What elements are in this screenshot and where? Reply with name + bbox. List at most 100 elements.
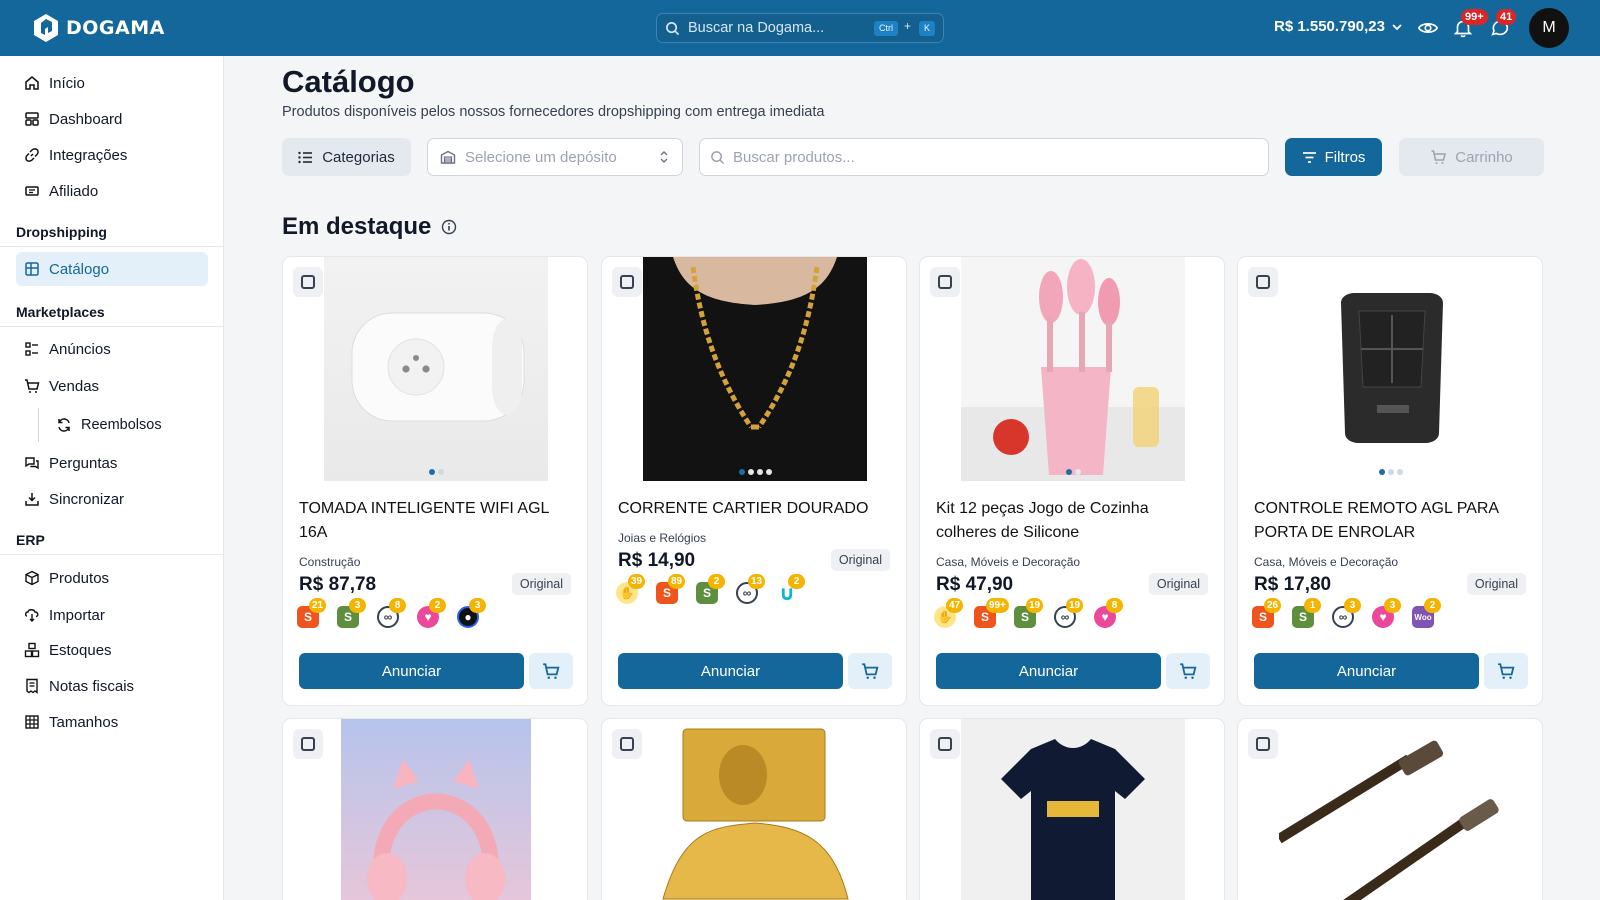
handshake-marketplace[interactable]: ✋ 39	[614, 574, 646, 605]
shopify-marketplace[interactable]: S 19	[1012, 598, 1044, 629]
shopee-marketplace[interactable]: S 21	[295, 598, 327, 629]
top-bar: DOGAMA Buscar na Dogama... Ctrl + K R$ 1…	[0, 0, 1600, 56]
sidebar-item-sincronizar[interactable]: Sincronizar	[16, 482, 208, 516]
product-image-cat-headphones[interactable]	[341, 719, 531, 900]
handshake-marketplace[interactable]: ✋ 47	[932, 598, 964, 629]
add-to-cart-button[interactable]	[1166, 653, 1210, 689]
image-carousel-dots[interactable]	[920, 469, 1224, 475]
product-image-t-shirt[interactable]	[961, 719, 1185, 900]
product-card[interactable]: TOMADA INTELIGENTE WIFI AGL 16A Construç…	[282, 256, 588, 706]
add-to-cart-button[interactable]	[1484, 653, 1528, 689]
product-card[interactable]	[282, 718, 588, 900]
select-checkbox[interactable]	[1248, 267, 1278, 297]
sidebar-item-afiliado[interactable]: Afiliado	[16, 174, 208, 208]
add-to-cart-button[interactable]	[529, 653, 573, 689]
shopify-marketplace[interactable]: S3	[335, 598, 366, 629]
announce-button[interactable]: Anunciar	[936, 653, 1161, 689]
info-icon[interactable]	[441, 219, 457, 235]
announce-button[interactable]: Anunciar	[1254, 653, 1479, 689]
product-card[interactable]: Kit 12 peças Jogo de Cozinha colheres de…	[919, 256, 1225, 706]
product-image-gold-playing-cards[interactable]	[643, 719, 867, 900]
sidebar: Início Dashboard Integrações Afiliado Dr…	[0, 56, 224, 900]
panda-marketplace[interactable]: ● 3	[455, 598, 486, 629]
sidebar-item-reembolsos[interactable]: Reembolsos	[38, 408, 208, 442]
deposit-placeholder: Selecione um depósito	[465, 148, 617, 166]
featured-section-title: Em destaque	[282, 213, 457, 241]
global-search-input[interactable]: Buscar na Dogama... Ctrl + K	[656, 13, 944, 43]
links-marketplace[interactable]: ∞ 8	[375, 598, 406, 629]
select-checkbox[interactable]	[293, 729, 323, 759]
image-carousel-dots[interactable]	[1238, 469, 1542, 475]
sidebar-item-dashboard[interactable]: Dashboard	[16, 102, 208, 136]
select-checkbox[interactable]	[930, 729, 960, 759]
sidebar-item-catalogo[interactable]: Catálogo	[16, 252, 208, 286]
heart-marketplace[interactable]: ♥ 2	[415, 598, 446, 629]
grid-icon	[25, 715, 39, 729]
product-card[interactable]	[1237, 718, 1543, 900]
shortcut-ctrl: Ctrl	[874, 21, 898, 36]
select-checkbox[interactable]	[612, 267, 642, 297]
links-marketplace[interactable]: ∞ 3	[1330, 598, 1361, 629]
sidebar-item-tamanhos[interactable]: Tamanhos	[16, 705, 208, 739]
filter-icon	[1302, 151, 1316, 163]
announce-button[interactable]: Anunciar	[299, 653, 524, 689]
sidebar-item-label: Produtos	[49, 569, 110, 587]
image-carousel-dots[interactable]	[283, 469, 587, 475]
product-image-smart-plug[interactable]	[324, 257, 548, 481]
announce-button[interactable]: Anunciar	[618, 653, 843, 689]
links-marketplace[interactable]: ∞ 13	[734, 574, 766, 605]
balance-dropdown[interactable]: R$ 1.550.790,23	[1274, 18, 1403, 35]
shopify-marketplace[interactable]: S1	[1290, 598, 1321, 629]
cart-icon	[25, 379, 40, 393]
magnet-marketplace[interactable]: ∪ 2	[774, 574, 805, 605]
select-checkbox[interactable]	[293, 267, 323, 297]
shopee-marketplace[interactable]: S 99+	[972, 598, 1009, 629]
sidebar-item-importar[interactable]: Importar	[16, 598, 208, 632]
links-marketplace[interactable]: ∞ 19	[1052, 598, 1084, 629]
product-image-gold-chain[interactable]	[643, 257, 867, 481]
product-price: R$ 47,90	[936, 574, 1014, 595]
cart-button[interactable]: Carrinho	[1399, 138, 1544, 176]
sidebar-item-produtos[interactable]: Produtos	[16, 561, 208, 595]
product-image-remote-control[interactable]	[1279, 257, 1503, 481]
sidebar-item-label: Reembolsos	[81, 417, 162, 433]
import-icon	[24, 609, 39, 622]
marketplace-count: 2	[429, 598, 446, 613]
sidebar-item-perguntas[interactable]: Perguntas	[16, 446, 208, 480]
shopee-marketplace[interactable]: S 26	[1250, 598, 1282, 629]
select-checkbox[interactable]	[1248, 729, 1278, 759]
woocommerce-marketplace[interactable]: Woo 2	[1410, 598, 1441, 629]
select-checkbox[interactable]	[930, 267, 960, 297]
add-to-cart-button[interactable]	[848, 653, 892, 689]
heart-marketplace[interactable]: ♥ 8	[1092, 598, 1123, 629]
sidebar-item-vendas[interactable]: Vendas	[16, 369, 208, 403]
product-image-audio-cable[interactable]	[1279, 719, 1503, 900]
heart-marketplace[interactable]: ♥ 3	[1370, 598, 1401, 629]
sidebar-item-label: Integrações	[49, 146, 128, 164]
section-divider	[0, 246, 224, 247]
cart-icon	[1498, 663, 1515, 679]
product-card[interactable]: CORRENTE CARTIER DOURADO Joias e Relógio…	[601, 256, 907, 706]
filters-button[interactable]: Filtros	[1285, 138, 1382, 176]
t-shirt-illustration	[1001, 739, 1145, 900]
product-card[interactable]	[919, 718, 1225, 900]
eye-icon[interactable]	[1417, 17, 1439, 39]
deposit-select[interactable]: Selecione um depósito	[427, 138, 683, 176]
image-carousel-dots[interactable]	[602, 469, 906, 475]
brand-logo[interactable]: DOGAMA	[32, 13, 165, 43]
cart-label: Carrinho	[1455, 148, 1513, 166]
product-image-kitchen-kit[interactable]	[961, 257, 1185, 481]
product-card[interactable]: CONTROLE REMOTO AGL PARA PORTA DE ENROLA…	[1237, 256, 1543, 706]
product-card[interactable]	[601, 718, 907, 900]
product-search-input[interactable]: Buscar produtos...	[699, 138, 1269, 176]
categories-button[interactable]: Categorias	[282, 138, 411, 176]
sidebar-item-anuncios[interactable]: Anúncios	[16, 332, 208, 366]
sidebar-item-integracoes[interactable]: Integrações	[16, 138, 208, 172]
sidebar-item-notas-fiscais[interactable]: Notas fiscais	[16, 669, 208, 703]
select-checkbox[interactable]	[612, 729, 642, 759]
sidebar-item-inicio[interactable]: Início	[16, 66, 208, 100]
sidebar-item-estoques[interactable]: Estoques	[16, 633, 208, 667]
user-avatar[interactable]: M	[1529, 8, 1569, 48]
shopify-marketplace[interactable]: S2	[694, 574, 725, 605]
shopee-marketplace[interactable]: S 89	[654, 574, 686, 605]
